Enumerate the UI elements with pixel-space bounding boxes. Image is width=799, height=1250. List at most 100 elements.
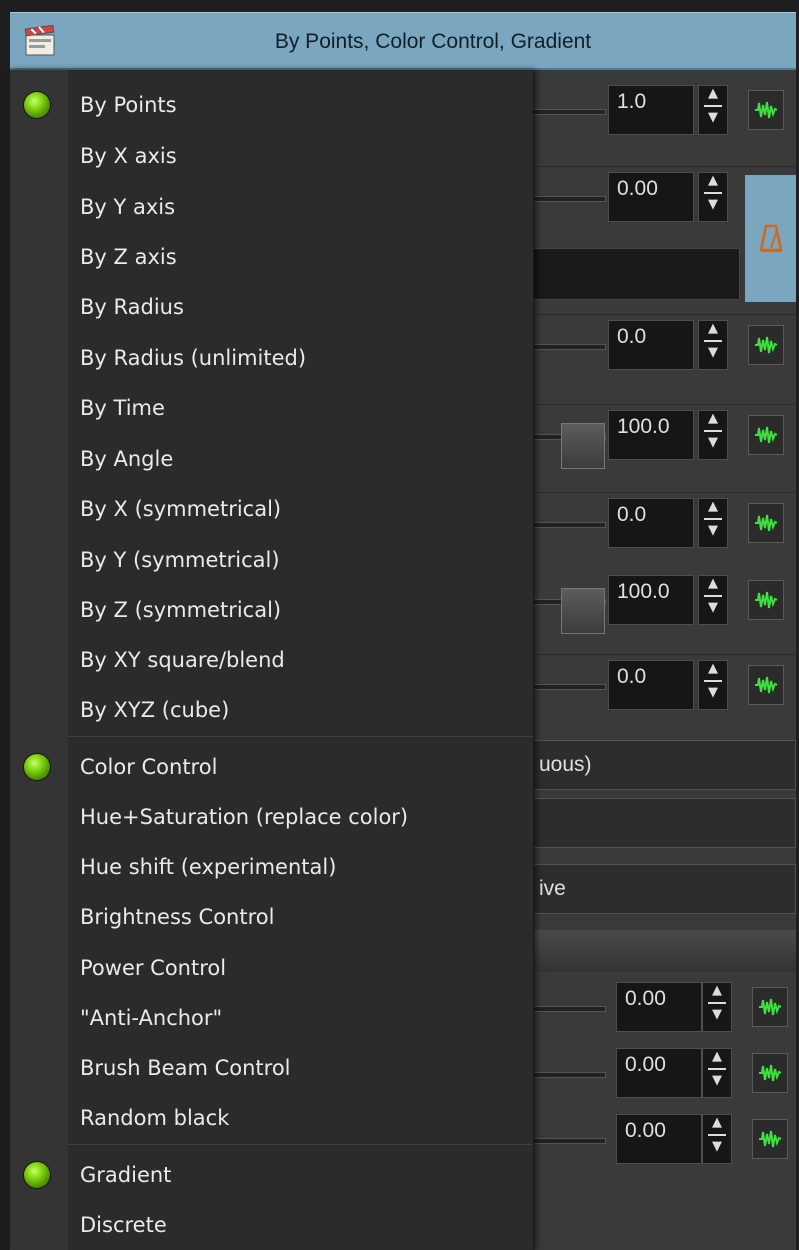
clapper-icon	[24, 24, 58, 57]
menu-item-label: By Y (symmetrical)	[80, 548, 280, 572]
menu-item-label: Gradient	[80, 1163, 172, 1187]
slider-track[interactable]	[530, 423, 606, 469]
menu-item-label: By Radius (unlimited)	[80, 346, 307, 370]
checked-indicator-icon	[24, 754, 50, 780]
value-field[interactable]: 0.00	[616, 1114, 702, 1164]
slider-track[interactable]	[530, 684, 606, 690]
value-field[interactable]: 1.0	[608, 85, 694, 135]
menu-item-label: By Points	[80, 93, 177, 117]
menu-item-by-x-axis[interactable]: By X axis	[10, 131, 533, 181]
menu-item-by-time[interactable]: By Time	[10, 383, 533, 433]
waveform-icon[interactable]	[752, 1119, 788, 1159]
waveform-icon[interactable]	[748, 325, 784, 365]
menu-item-by-y-symmetrical[interactable]: By Y (symmetrical)	[10, 535, 533, 585]
menu-item-by-xyz-cube[interactable]: By XYZ (cube)	[10, 685, 533, 735]
spinner[interactable]: ▲ ▼	[698, 410, 728, 460]
spinner[interactable]: ▲ ▼	[698, 498, 728, 548]
menu-item-by-angle[interactable]: By Angle	[10, 434, 533, 484]
menu-item-brightness-control[interactable]: Brightness Control	[10, 892, 533, 942]
menu-item-label: Hue shift (experimental)	[80, 855, 337, 879]
menu-item-label: By X (symmetrical)	[80, 497, 282, 521]
waveform-icon[interactable]	[752, 987, 788, 1027]
menu-item-label: By Z axis	[80, 245, 177, 269]
menu-item-label: By XY square/blend	[80, 648, 285, 672]
title-bar[interactable]: By Points, Color Control, Gradient	[10, 12, 796, 70]
menu-item-brush-beam-control[interactable]: Brush Beam Control	[10, 1043, 533, 1093]
menu-item-label: By Y axis	[80, 195, 176, 219]
slider-handle[interactable]	[561, 588, 605, 634]
spinner[interactable]: ▲ ▼	[698, 172, 728, 222]
menu-separator	[68, 736, 533, 737]
menu-item-label: Random black	[80, 1106, 230, 1130]
checked-indicator-icon	[24, 1162, 50, 1188]
menu-item-by-x-symmetrical[interactable]: By X (symmetrical)	[10, 484, 533, 534]
value-field[interactable]: 0.0	[608, 660, 694, 710]
menu-item-label: Hue+Saturation (replace color)	[80, 805, 409, 829]
spinner[interactable]: ▲ ▼	[698, 85, 728, 135]
slider-track[interactable]	[530, 1138, 606, 1144]
menu-item-label: By Time	[80, 396, 165, 420]
menu-item-label: Power Control	[80, 956, 227, 980]
section-header[interactable]	[530, 930, 796, 972]
menu-item-by-y-axis[interactable]: By Y axis	[10, 182, 533, 232]
menu-item-by-xy-square-blend[interactable]: By XY square/blend	[10, 635, 533, 685]
value-field[interactable]: 0.0	[608, 498, 694, 548]
checked-indicator-icon	[24, 92, 50, 118]
menu-item-by-radius[interactable]: By Radius	[10, 282, 533, 332]
slider-track[interactable]	[530, 109, 606, 115]
menu-item-label: Discrete	[80, 1213, 167, 1237]
menu-item-gradient[interactable]: Gradient	[10, 1150, 533, 1200]
value-field[interactable]: 100.0	[608, 575, 694, 625]
menu-item-by-z-axis[interactable]: By Z axis	[10, 232, 533, 282]
waveform-icon[interactable]	[748, 90, 784, 130]
value-field[interactable]: 0.00	[616, 1048, 702, 1098]
menu-item-by-z-symmetrical[interactable]: By Z (symmetrical)	[10, 585, 533, 635]
menu-item-hue-shift[interactable]: Hue shift (experimental)	[10, 842, 533, 892]
value-field[interactable]: 0.0	[608, 320, 694, 370]
menu-item-random-black[interactable]: Random black	[10, 1093, 533, 1143]
menu-item-label: By XYZ (cube)	[80, 698, 230, 722]
waveform-icon[interactable]	[748, 580, 784, 620]
menu-item-anti-anchor[interactable]: "Anti-Anchor"	[10, 993, 533, 1043]
menu-item-power-control[interactable]: Power Control	[10, 943, 533, 993]
menu-item-color-control[interactable]: Color Control	[10, 742, 533, 792]
menu-item-label: Brush Beam Control	[80, 1056, 291, 1080]
spinner[interactable]: ▲ ▼	[702, 1114, 732, 1164]
dropdown-menu: By Points By X axis By Y axis By Z axis …	[10, 70, 534, 1250]
slider-track[interactable]	[530, 196, 606, 202]
option-select[interactable]	[530, 798, 796, 848]
spinner[interactable]: ▲ ▼	[702, 982, 732, 1032]
menu-item-label: Brightness Control	[80, 905, 275, 929]
waveform-icon[interactable]	[752, 1053, 788, 1093]
slider-track[interactable]	[530, 588, 606, 634]
waveform-icon[interactable]	[748, 665, 784, 705]
slider-track[interactable]	[530, 522, 606, 528]
menu-item-hue-saturation[interactable]: Hue+Saturation (replace color)	[10, 792, 533, 842]
menu-item-label: By Radius	[80, 295, 184, 319]
slider-track[interactable]	[530, 1006, 606, 1012]
mode-select[interactable]: uous)	[530, 740, 796, 790]
menu-item-label: By X axis	[80, 144, 177, 168]
window-title: By Points, Color Control, Gradient	[274, 30, 592, 53]
blend-select[interactable]: ive	[530, 864, 796, 914]
spinner[interactable]: ▲ ▼	[698, 660, 728, 710]
value-field[interactable]: 100.0	[608, 410, 694, 460]
slider-track[interactable]	[530, 344, 606, 350]
menu-item-by-radius-unlimited[interactable]: By Radius (unlimited)	[10, 333, 533, 383]
waveform-icon[interactable]	[748, 415, 784, 455]
metronome-icon[interactable]	[745, 175, 796, 302]
spinner[interactable]: ▲ ▼	[698, 575, 728, 625]
value-field[interactable]: 0.00	[616, 982, 702, 1032]
text-field[interactable]	[530, 248, 740, 300]
menu-item-label: "Anti-Anchor"	[80, 1006, 223, 1030]
slider-handle[interactable]	[561, 423, 605, 469]
spinner[interactable]: ▲ ▼	[702, 1048, 732, 1098]
menu-separator	[68, 1144, 533, 1145]
value-field[interactable]: 0.00	[608, 172, 694, 222]
menu-item-label: Color Control	[80, 755, 218, 779]
spinner[interactable]: ▲ ▼	[698, 320, 728, 370]
menu-item-by-points[interactable]: By Points	[10, 80, 533, 130]
menu-item-discrete[interactable]: Discrete	[10, 1200, 533, 1250]
waveform-icon[interactable]	[748, 503, 784, 543]
slider-track[interactable]	[530, 1072, 606, 1078]
